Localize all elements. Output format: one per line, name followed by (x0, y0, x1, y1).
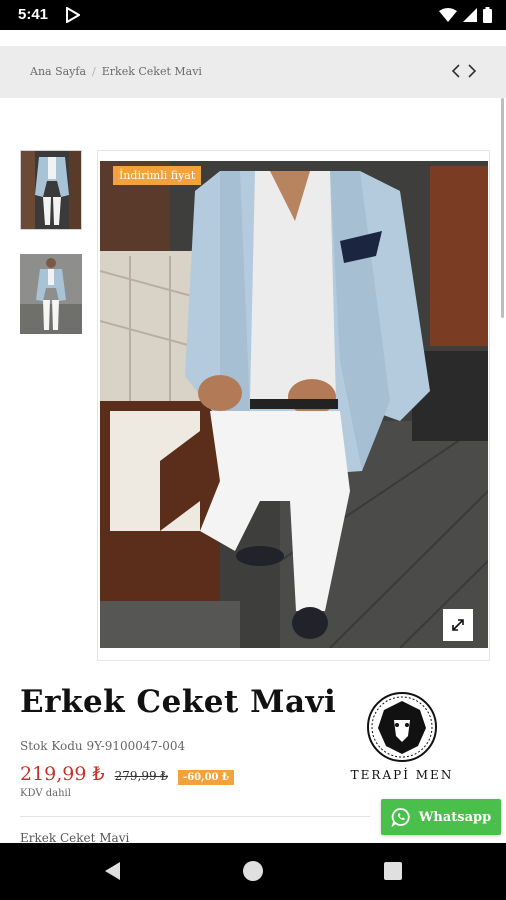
tax-note: KDV dahil (20, 788, 71, 799)
breadcrumb-home-link[interactable]: Ana Sayfa (30, 65, 86, 78)
main-product-image[interactable] (100, 161, 488, 648)
thumbnail-image (21, 151, 81, 229)
wifi-icon (439, 8, 457, 22)
system-nav-bar (0, 843, 506, 900)
discount-amount-badge: -60,00 ₺ (178, 770, 234, 785)
status-time: 5:41 (18, 6, 49, 23)
breadcrumb-current: Erkek Ceket Mavi (101, 65, 202, 78)
gallery-thumbnail-2[interactable] (20, 254, 82, 334)
back-icon[interactable] (102, 860, 124, 882)
breadcrumb-bar: Ana Sayfa / Erkek Ceket Mavi (0, 46, 506, 98)
breadcrumb-separator: / (92, 65, 96, 78)
whatsapp-button[interactable]: Whatsapp (381, 799, 501, 835)
whatsapp-icon (391, 808, 410, 827)
product-nav-arrows (450, 62, 478, 80)
price-row: 219,99 ₺ 279,99 ₺ -60,00 ₺ (20, 763, 234, 785)
brand-name: TERAPİ MEN (350, 768, 454, 782)
stock-code: Stok Kodu 9Y-9100047-004 (20, 739, 186, 753)
recent-apps-icon[interactable] (384, 862, 402, 880)
product-section-label: Erkek Ceket Mavi (20, 831, 130, 843)
main-product-image-frame (97, 150, 490, 661)
chevron-right-icon[interactable] (466, 62, 478, 80)
thumbnail-image (20, 254, 82, 334)
product-title: Erkek Ceket Mavi (20, 684, 337, 720)
scrollbar[interactable] (501, 98, 504, 318)
status-icons (439, 6, 492, 24)
home-icon[interactable] (243, 861, 263, 881)
gallery-thumbnail-1[interactable] (20, 150, 82, 230)
expand-icon (452, 619, 464, 631)
lion-emblem-icon (367, 692, 437, 762)
current-price: 219,99 ₺ (20, 763, 105, 785)
status-bar: 5:41 (0, 0, 506, 30)
header-spacer (0, 30, 506, 46)
old-price: 279,99 ₺ (114, 769, 169, 783)
chevron-left-icon[interactable] (450, 62, 462, 80)
play-store-icon (66, 7, 80, 23)
brand-logo[interactable]: TERAPİ MEN (332, 690, 472, 790)
battery-icon (483, 7, 492, 23)
discount-badge: İndirimli fiyat (113, 166, 202, 185)
signal-icon (463, 8, 477, 22)
product-photo (100, 161, 488, 648)
zoom-button[interactable] (443, 609, 473, 641)
breadcrumb: Ana Sayfa / Erkek Ceket Mavi (30, 65, 202, 78)
whatsapp-label: Whatsapp (418, 809, 492, 825)
section-divider (20, 816, 370, 817)
